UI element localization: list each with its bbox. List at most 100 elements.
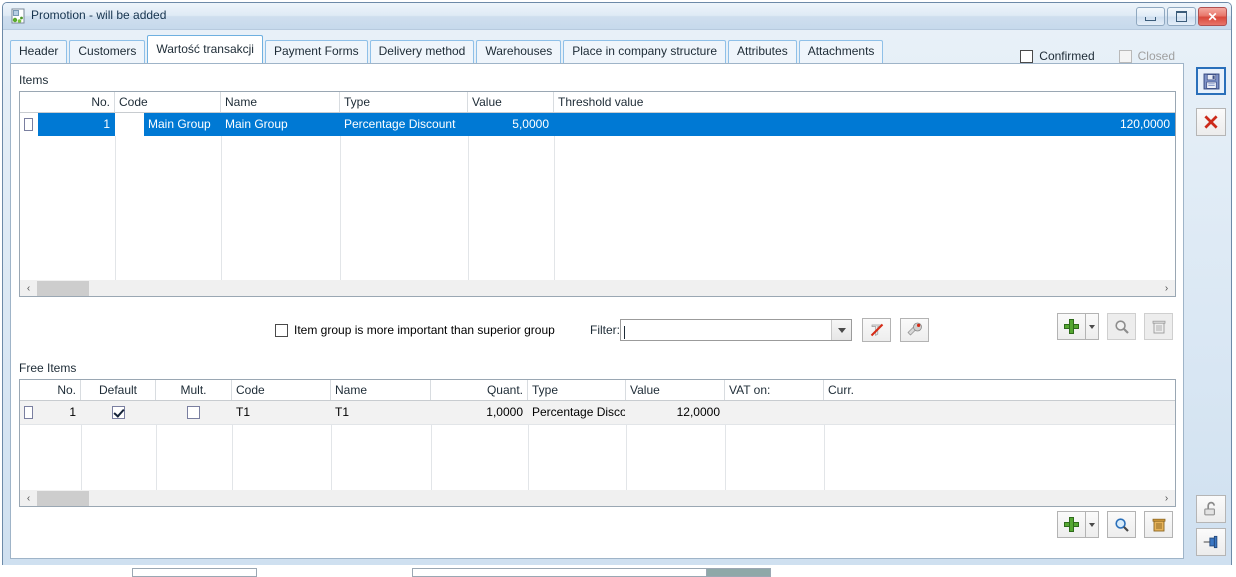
items-search-button[interactable] bbox=[1107, 313, 1136, 340]
free-col-vat-on[interactable]: VAT on: bbox=[725, 380, 824, 400]
items-scroll-thumb[interactable] bbox=[37, 280, 89, 296]
cancel-button[interactable] bbox=[1196, 108, 1226, 136]
filter-dropdown-button[interactable] bbox=[831, 320, 851, 340]
filter-builder-button[interactable] bbox=[900, 318, 929, 342]
items-row-select-checkbox[interactable] bbox=[20, 113, 38, 136]
group-priority-checkbox[interactable]: Item group is more important than superi… bbox=[275, 323, 580, 337]
items-cell-name: Main Group bbox=[221, 113, 340, 136]
chevron-down-icon bbox=[1089, 522, 1095, 527]
free-items-scroll-right-button[interactable]: › bbox=[1158, 490, 1175, 506]
free-col-code[interactable]: Code bbox=[232, 380, 331, 400]
filter-label: Filter: bbox=[590, 323, 620, 337]
minimize-button[interactable] bbox=[1136, 7, 1165, 26]
free-col-type[interactable]: Type bbox=[528, 380, 626, 400]
table-row[interactable]: 1 Main Group Main Group Percentage Disco… bbox=[20, 113, 1175, 136]
tab-attachments[interactable]: Attachments bbox=[798, 40, 884, 63]
row-checkbox-box bbox=[24, 406, 33, 419]
free-col-value[interactable]: Value bbox=[626, 380, 725, 400]
close-button[interactable]: ✕ bbox=[1198, 7, 1227, 26]
items-add-button[interactable] bbox=[1057, 313, 1086, 340]
items-colsep-2 bbox=[221, 136, 222, 280]
promotion-window-icon bbox=[10, 8, 26, 24]
items-colsep-5 bbox=[554, 136, 555, 280]
maximize-button[interactable] bbox=[1167, 7, 1196, 26]
filter-combobox[interactable] bbox=[620, 319, 852, 341]
free-col-quant[interactable]: Quant. bbox=[431, 380, 528, 400]
confirmed-checkbox[interactable]: Confirmed bbox=[1020, 49, 1095, 63]
free-col-name[interactable]: Name bbox=[331, 380, 431, 400]
taskbar-item-2[interactable] bbox=[412, 568, 712, 577]
items-grid-header: No. Code Name Type Value Threshold value bbox=[20, 92, 1175, 113]
free-items-add-dropdown-button[interactable] bbox=[1086, 511, 1099, 538]
free-items-add-button[interactable] bbox=[1057, 511, 1086, 538]
free-items-grid[interactable]: No. Default Mult. Code Name Quant. Type … bbox=[19, 379, 1176, 491]
free-colsep-6 bbox=[528, 424, 529, 490]
tab-payment-forms[interactable]: Payment Forms bbox=[264, 40, 368, 63]
items-col-name[interactable]: Name bbox=[221, 92, 340, 112]
items-hscrollbar[interactable]: ‹ › bbox=[19, 280, 1176, 297]
free-row-select-checkbox[interactable] bbox=[20, 401, 38, 424]
close-icon: ✕ bbox=[1207, 9, 1218, 24]
filter-input[interactable] bbox=[621, 320, 831, 340]
free-col-curr[interactable]: Curr. bbox=[824, 380, 1175, 400]
items-delete-button[interactable] bbox=[1144, 313, 1173, 340]
closed-checkbox: Closed bbox=[1118, 49, 1175, 63]
free-cell-vat-on bbox=[725, 401, 824, 424]
status-checkboxes: Confirmed Closed bbox=[1020, 49, 1175, 63]
clear-filter-icon bbox=[870, 323, 883, 337]
free-items-scroll-left-button[interactable]: ‹ bbox=[20, 490, 37, 506]
taskbar-item-3[interactable] bbox=[706, 568, 771, 577]
free-col-default[interactable]: Default bbox=[81, 380, 156, 400]
items-col-no[interactable]: No. bbox=[20, 92, 115, 112]
free-items-scroll-thumb[interactable] bbox=[37, 490, 89, 506]
trash-icon bbox=[1152, 320, 1165, 333]
items-scroll-right-button[interactable]: › bbox=[1158, 280, 1175, 296]
add-plus-icon bbox=[1064, 319, 1079, 334]
free-items-hscrollbar[interactable]: ‹ › bbox=[19, 490, 1176, 507]
items-col-threshold[interactable]: Threshold value bbox=[554, 92, 1175, 112]
free-items-delete-button[interactable] bbox=[1144, 511, 1173, 538]
tab-warehouses[interactable]: Warehouses bbox=[476, 40, 562, 63]
items-col-code[interactable]: Code bbox=[115, 92, 221, 112]
items-scroll-track[interactable] bbox=[37, 280, 1158, 296]
promotion-window: Promotion - will be added ✕ Header Custo… bbox=[2, 2, 1232, 568]
lock-button[interactable] bbox=[1196, 495, 1226, 523]
close-x-icon bbox=[1204, 115, 1218, 129]
group-priority-label: Item group is more important than superi… bbox=[294, 323, 555, 337]
free-cell-default[interactable] bbox=[81, 401, 156, 424]
minimize-icon bbox=[1137, 8, 1164, 25]
free-cell-mult[interactable] bbox=[156, 401, 232, 424]
tab-place-in-company-structure[interactable]: Place in company structure bbox=[563, 40, 726, 63]
tab-attributes[interactable]: Attributes bbox=[728, 40, 797, 63]
window-title: Promotion - will be added bbox=[31, 8, 167, 22]
items-colsep-3 bbox=[340, 136, 341, 280]
closed-label: Closed bbox=[1137, 49, 1175, 63]
table-row[interactable]: 1 T1 T1 1,0000 Percentage Disco 12,0000 bbox=[20, 401, 1175, 424]
screen-root: Promotion - will be added ✕ Header Custo… bbox=[0, 0, 1236, 577]
tab-delivery-method[interactable]: Delivery method bbox=[369, 40, 475, 63]
free-colsep-2 bbox=[156, 424, 157, 490]
items-cell-code: Main Group bbox=[144, 113, 221, 136]
items-add-dropdown-button[interactable] bbox=[1086, 313, 1099, 340]
items-grid[interactable]: No. Code Name Type Value Threshold value bbox=[19, 91, 1176, 281]
trash-icon bbox=[1152, 518, 1165, 531]
taskbar-item-1[interactable] bbox=[132, 568, 257, 577]
tab-customers[interactable]: Customers bbox=[69, 40, 146, 63]
free-items-grid-header: No. Default Mult. Code Name Quant. Type … bbox=[20, 380, 1175, 401]
free-col-no[interactable]: No. bbox=[20, 380, 81, 400]
tab-wartosc-transakcji[interactable]: Wartość transakcji bbox=[147, 35, 263, 63]
tab-header[interactable]: Header bbox=[10, 40, 68, 63]
clear-filter-button[interactable] bbox=[862, 318, 891, 342]
save-button[interactable] bbox=[1196, 67, 1226, 95]
items-col-type[interactable]: Type bbox=[340, 92, 468, 112]
items-col-value[interactable]: Value bbox=[468, 92, 554, 112]
free-col-mult[interactable]: Mult. bbox=[156, 380, 232, 400]
group-priority-checkbox-box bbox=[275, 323, 288, 337]
free-colsep-4 bbox=[331, 424, 332, 490]
free-cell-value: 12,0000 bbox=[676, 405, 720, 419]
items-scroll-left-button[interactable]: ‹ bbox=[20, 280, 37, 296]
free-items-scroll-track[interactable] bbox=[37, 490, 1158, 506]
free-items-search-button[interactable] bbox=[1107, 511, 1136, 538]
pin-button[interactable] bbox=[1196, 528, 1226, 556]
free-cell-quant: 1,0000 bbox=[486, 405, 523, 419]
